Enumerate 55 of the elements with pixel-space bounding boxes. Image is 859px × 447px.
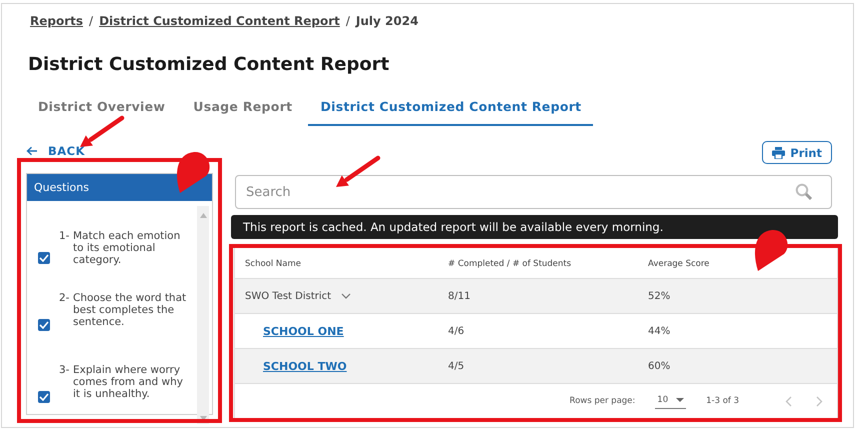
search-icon <box>795 183 812 200</box>
dropdown-caret-icon <box>676 398 684 402</box>
checkbox[interactable] <box>38 319 50 331</box>
table-cell: 4/5 <box>448 360 464 372</box>
scrollbar[interactable] <box>197 206 209 424</box>
check-icon <box>39 254 49 262</box>
back-link[interactable]: BACK <box>26 141 213 161</box>
panel-header: Questions <box>27 174 212 201</box>
tab[interactable]: District Customized Content Report <box>308 89 594 126</box>
table-cell: 4/6 <box>448 326 464 336</box>
tab[interactable]: District Overview <box>26 89 178 126</box>
column-header: School Name <box>244 259 302 269</box>
rows-per-page-label: Rows per page: <box>570 396 636 406</box>
page-range: 1-3 of 3 <box>706 396 739 406</box>
breadcrumb-link[interactable]: District Customized Content Report <box>99 14 340 28</box>
arrow-left-icon <box>26 146 38 156</box>
scroll-up-icon <box>200 213 206 218</box>
annotation-arrow <box>80 116 124 147</box>
annotation-arrow <box>336 156 380 187</box>
question-text: Choose the word that best completes the sentence. <box>73 292 188 328</box>
annotation-marker <box>754 230 788 271</box>
check-icon <box>39 393 49 401</box>
checkbox[interactable] <box>38 391 50 403</box>
check-icon <box>39 321 49 329</box>
search-field[interactable]: Search <box>235 175 832 209</box>
print-button[interactable]: Print <box>762 141 832 164</box>
notice-banner: This report is cached. An updated report will be available every morning. <box>231 215 838 239</box>
question-text: Explain where worry comes from and why it is unhealthy. <box>73 364 184 400</box>
question-number: 3- <box>59 364 70 376</box>
next-page-icon <box>816 396 823 406</box>
rows-per-page-select[interactable]: 10 <box>655 393 686 409</box>
table-cell: 60% <box>648 360 670 372</box>
checkbox[interactable] <box>38 252 50 264</box>
table-cell: SWO Test District <box>245 290 332 302</box>
column-header: Average Score <box>647 259 710 269</box>
breadcrumb-separator: / <box>346 14 350 28</box>
question-number: 1- <box>59 230 70 242</box>
school-link[interactable]: SCHOOL ONE <box>263 324 344 338</box>
question-text: Match each emotion to its emotional category. <box>73 230 182 266</box>
printer-icon <box>772 146 786 158</box>
breadcrumb-separator: / <box>89 14 94 28</box>
page-title: District Customized Content Report <box>28 53 390 77</box>
school-link[interactable]: SCHOOL TWO <box>263 360 347 372</box>
scroll-down-icon <box>200 416 206 421</box>
previous-page-icon <box>785 396 792 406</box>
table-cell: 44% <box>648 326 670 336</box>
table-cell: 52% <box>648 290 670 302</box>
breadcrumb-current: July 2024 <box>356 14 418 28</box>
column-header: # Completed / # of Students <box>447 259 572 269</box>
chevron-down-icon <box>341 293 352 299</box>
question-number: 2- <box>59 292 70 304</box>
annotation-marker <box>176 152 210 193</box>
breadcrumb-link[interactable]: Reports <box>30 14 84 28</box>
tab[interactable]: Usage Report <box>181 89 304 126</box>
table-cell: 8/11 <box>448 290 470 302</box>
